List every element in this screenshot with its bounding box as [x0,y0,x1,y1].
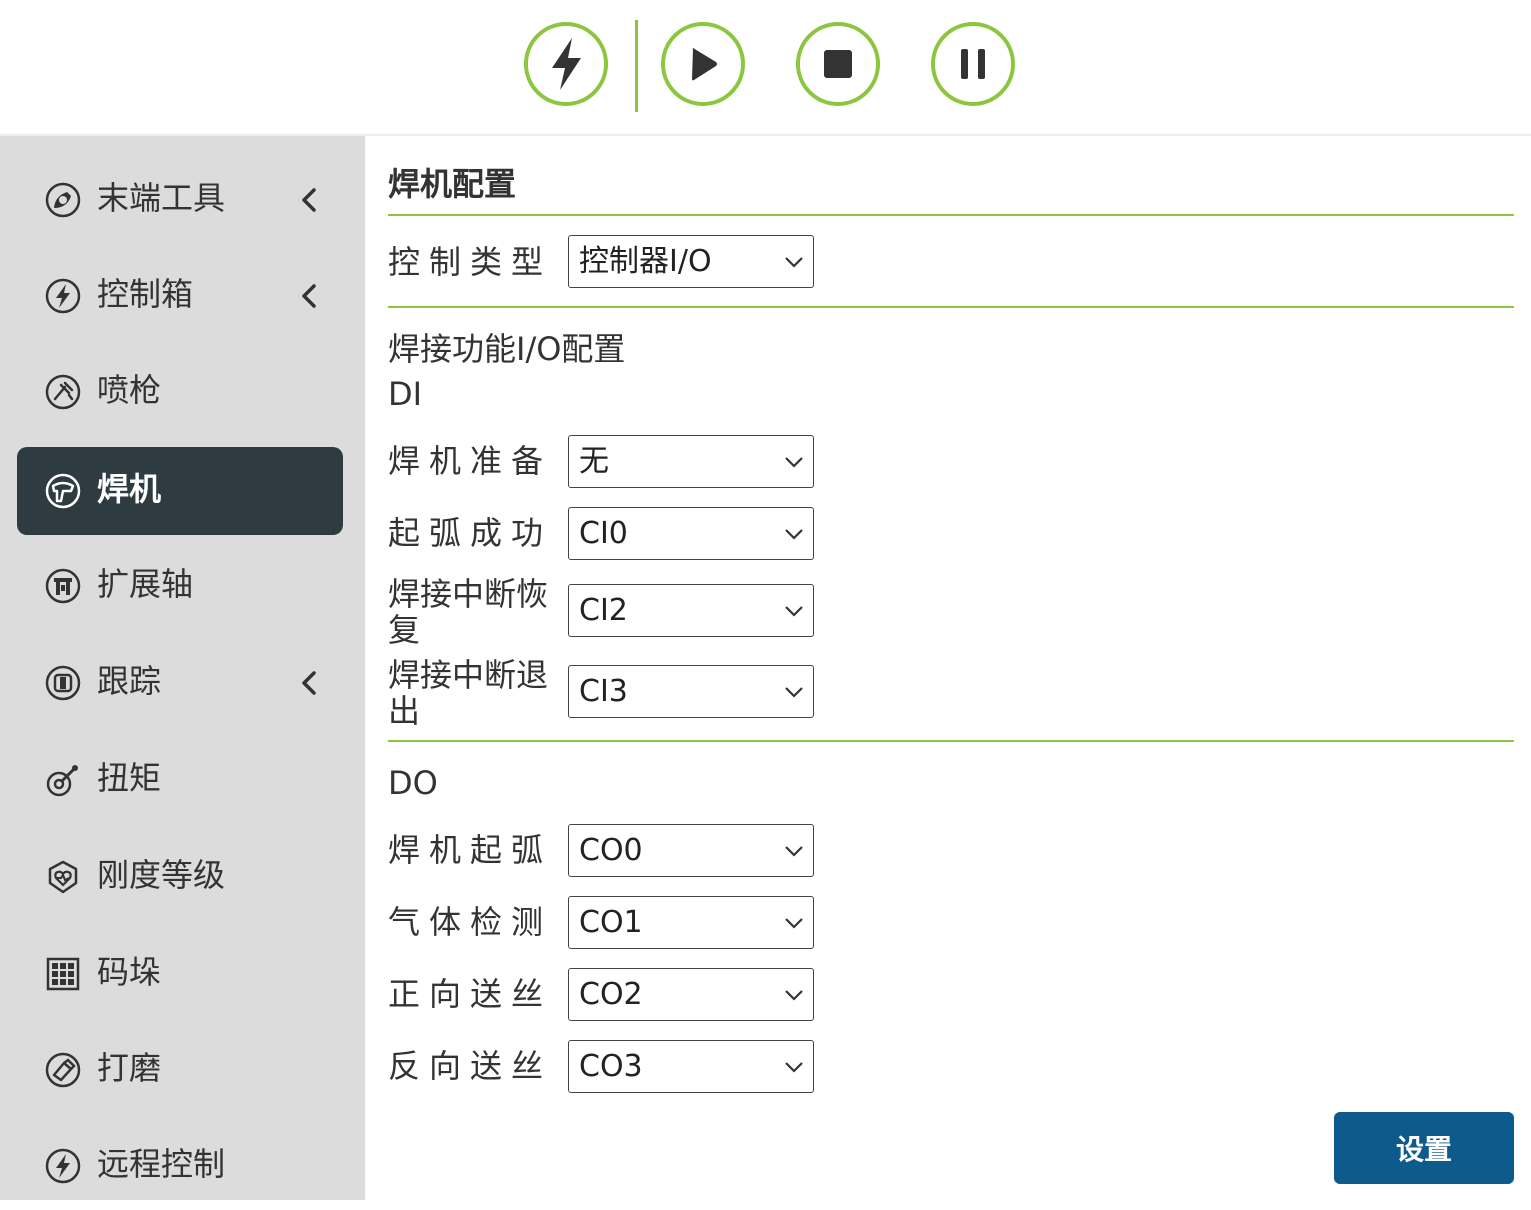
arc-success-select[interactable]: CI0 [568,507,814,560]
sidebar-item-label: 焊机 [97,470,162,508]
sidebar-item-welder[interactable]: 焊机 [17,447,343,535]
chevron-down-icon [785,257,803,268]
select-value: CI2 [579,593,628,628]
di-heading: DI [388,375,423,413]
chevron-down-icon [785,918,803,929]
torque-icon [46,765,78,797]
sidebar-item-polishing[interactable]: 打磨 [17,1026,343,1114]
welder-arc-label: 焊机起弧 [388,831,553,869]
spray-gun-icon [45,374,81,410]
reverse-wire-feed-select[interactable]: CO3 [568,1040,814,1093]
chevron-down-icon [785,1062,803,1073]
pause-button[interactable] [931,22,1015,106]
sidebar-item-label: 码垛 [97,953,162,991]
palletizing-grid-icon [46,957,80,991]
toolbar-divider [635,20,638,112]
play-button[interactable] [661,22,745,106]
polishing-icon [45,1052,81,1088]
stiffness-shield-icon [48,860,78,894]
chevron-left-icon [302,671,316,695]
power-button[interactable] [524,22,608,106]
sidebar-item-stiffness[interactable]: 刚度等级 [17,833,343,921]
sidebar-item-end-tool[interactable]: 末端工具 [17,156,343,244]
select-value: 控制器I/O [579,244,712,279]
sidebar-item-torque[interactable]: 扭矩 [17,736,343,824]
sidebar-item-label: 远程控制 [97,1145,226,1183]
select-value: CI3 [579,674,628,709]
gas-detect-select[interactable]: CO1 [568,896,814,949]
welder-icon [45,473,81,509]
select-value: CO0 [579,833,643,868]
sidebar-item-label: 刚度等级 [97,856,226,894]
remote-control-icon [45,1148,81,1184]
stop-button[interactable] [796,22,880,106]
tracking-icon [45,665,81,701]
extension-axis-icon [45,568,81,604]
sidebar-item-label: 控制箱 [97,275,194,313]
welder-arc-select[interactable]: CO0 [568,824,814,877]
sidebar-item-spray-gun[interactable]: 喷枪 [17,348,343,436]
divider [388,214,1514,216]
sidebar-item-remote-control[interactable]: 远程控制 [17,1122,343,1210]
welder-ready-select[interactable]: 无 [568,435,814,488]
select-value: CO3 [579,1049,643,1084]
chevron-down-icon [785,457,803,468]
control-type-label: 控制类型 [388,243,553,281]
weld-interrupt-exit-select[interactable]: CI3 [568,665,814,718]
gas-detect-label: 气体检测 [388,903,553,941]
sidebar-item-extension-axis[interactable]: 扩展轴 [17,542,343,630]
top-toolbar [0,0,1531,136]
forward-wire-feed-select[interactable]: CO2 [568,968,814,1021]
chevron-left-icon [302,188,316,212]
weld-interrupt-resume-select[interactable]: CI2 [568,584,814,637]
chevron-down-icon [785,529,803,540]
chevron-down-icon [785,846,803,857]
sidebar-item-label: 打磨 [97,1049,162,1087]
chevron-down-icon [785,606,803,617]
do-heading: DO [388,764,438,802]
play-icon [692,48,717,81]
sidebar-item-label: 扩展轴 [97,565,194,603]
sidebar-item-tracking[interactable]: 跟踪 [17,639,343,727]
select-value: 无 [579,444,609,479]
divider [388,306,1514,308]
chevron-down-icon [785,687,803,698]
sidebar: 末端工具 控制箱 喷枪 焊机 扩展轴 跟踪 扭矩 刚度等级 码垛 打磨 远程控制 [0,136,365,1200]
control-type-select[interactable]: 控制器I/O [568,235,814,288]
lightning-icon [552,38,581,90]
page-title: 焊机配置 [388,165,517,203]
io-section-title: 焊接功能I/O配置 [388,330,626,368]
welder-ready-label: 焊机准备 [388,442,553,480]
sidebar-item-palletizing[interactable]: 码垛 [17,930,343,1018]
stop-icon [824,50,852,78]
chevron-left-icon [302,284,316,308]
sidebar-item-label: 末端工具 [97,179,226,217]
sidebar-item-control-box[interactable]: 控制箱 [17,252,343,340]
weld-interrupt-exit-label: 焊接中断退出 [388,656,549,730]
sidebar-item-label: 喷枪 [97,371,162,409]
weld-interrupt-resume-label: 焊接中断恢复 [388,575,549,649]
sidebar-item-label: 跟踪 [97,662,162,700]
tool-end-icon [45,182,81,218]
arc-success-label: 起弧成功 [388,514,553,552]
chevron-down-icon [785,990,803,1001]
set-button[interactable]: 设置 [1334,1112,1514,1184]
pause-icon [961,49,985,79]
forward-wire-feed-label: 正向送丝 [388,975,553,1013]
select-value: CI0 [579,516,628,551]
welder-config-panel: 焊机配置 控制类型 控制器I/O 焊接功能I/O配置 DI 焊机准备 无 起弧成… [365,136,1531,1200]
select-value: CO1 [579,905,643,940]
reverse-wire-feed-label: 反向送丝 [388,1047,553,1085]
divider [388,740,1514,742]
lightning-circle-icon [45,278,81,314]
select-value: CO2 [579,977,643,1012]
sidebar-item-label: 扭矩 [97,759,162,797]
